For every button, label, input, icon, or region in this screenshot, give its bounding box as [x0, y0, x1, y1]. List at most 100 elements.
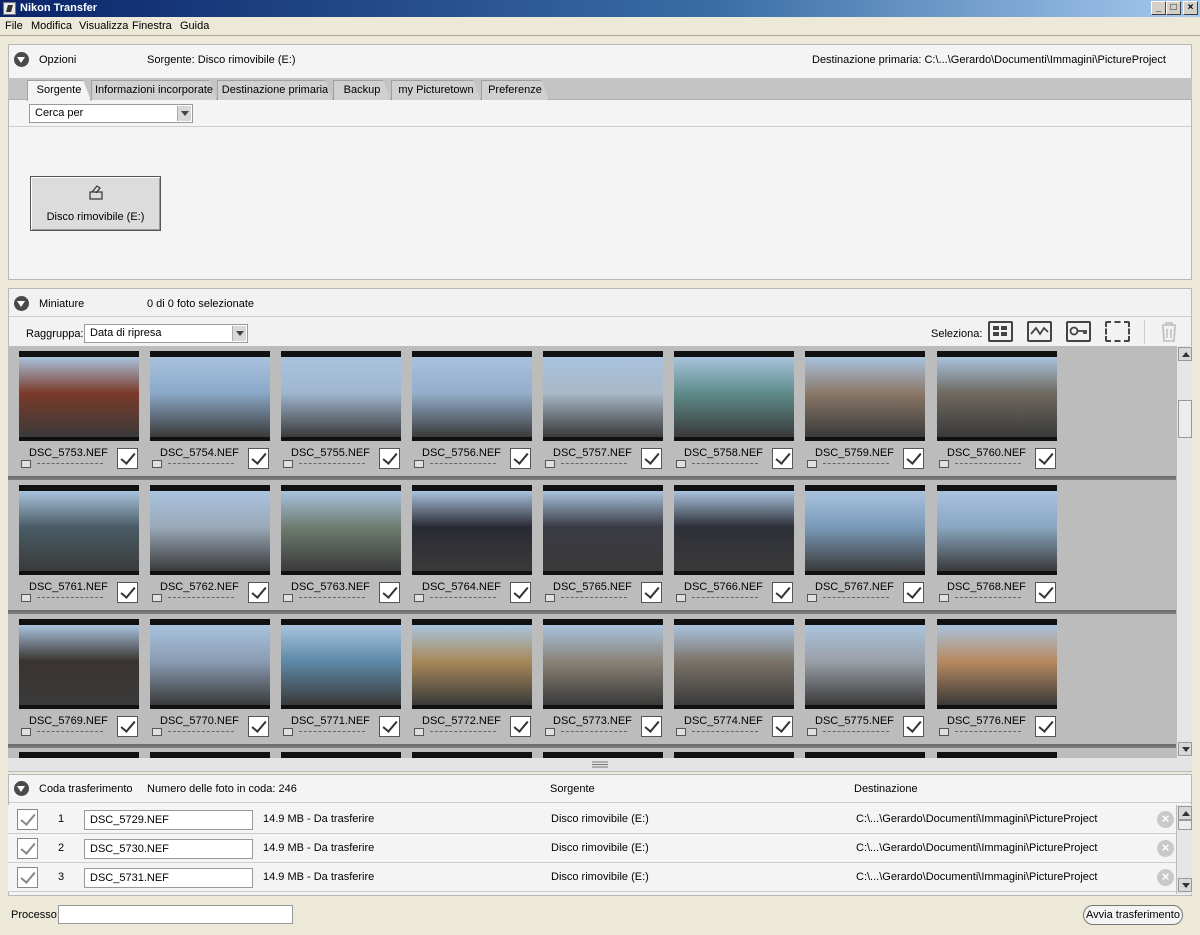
- photo-thumbnail[interactable]: [19, 351, 139, 441]
- photo-thumbnail[interactable]: [412, 619, 532, 709]
- queue-checkbox[interactable]: [17, 838, 38, 859]
- photo-thumbnail[interactable]: [805, 351, 925, 441]
- tab-destinazione-primaria[interactable]: Destinazione primaria: [217, 80, 333, 100]
- scroll-down-icon[interactable]: [1178, 878, 1192, 892]
- thumbnail-item[interactable]: DSC_5765.NEF: [543, 480, 663, 608]
- photo-thumbnail[interactable]: [805, 619, 925, 709]
- photo-thumbnail[interactable]: [937, 619, 1057, 709]
- thumbnail-item[interactable]: DSC_5766.NEF: [674, 480, 794, 608]
- select-new-icon[interactable]: [1027, 321, 1052, 342]
- queue-scrollbar[interactable]: [1176, 805, 1192, 894]
- tab-informazioni-incorporate[interactable]: Informazioni incorporate: [91, 80, 217, 100]
- thumbnails-collapse-icon[interactable]: [14, 296, 29, 311]
- tab-my-picturetown[interactable]: my Picturetown: [391, 80, 481, 100]
- queue-row[interactable]: 3 DSC_5731.NEF 14.9 MB - Da trasferire Disc…: [8, 863, 1176, 892]
- tab-backup[interactable]: Backup: [333, 80, 391, 100]
- thumbnail-item[interactable]: DSC_5773.NEF: [543, 614, 663, 742]
- thumbnail-item[interactable]: DSC_5754.NEF: [150, 346, 270, 474]
- panel-splitter[interactable]: [8, 758, 1192, 772]
- photo-thumbnail[interactable]: [805, 485, 925, 575]
- photo-thumbnail[interactable]: [543, 485, 663, 575]
- photo-checkbox[interactable]: [510, 716, 531, 737]
- photo-checkbox[interactable]: [117, 582, 138, 603]
- menu-visualizza[interactable]: Visualizza: [79, 20, 128, 32]
- scroll-up-icon[interactable]: [1178, 806, 1192, 820]
- photo-checkbox[interactable]: [641, 716, 662, 737]
- photo-thumbnail[interactable]: [150, 351, 270, 441]
- thumbnails-scrollbar[interactable]: [1176, 346, 1192, 758]
- thumbnail-item[interactable]: DSC_5762.NEF: [150, 480, 270, 608]
- photo-thumbnail[interactable]: [281, 619, 401, 709]
- photo-thumbnail[interactable]: [543, 351, 663, 441]
- source-device-button[interactable]: Disco rimovibile (E:): [30, 176, 161, 231]
- thumbnail-item[interactable]: DSC_5755.NEF: [281, 346, 401, 474]
- photo-thumbnail[interactable]: [150, 619, 270, 709]
- select-protected-icon[interactable]: [1066, 321, 1091, 342]
- photo-thumbnail[interactable]: [674, 351, 794, 441]
- photo-checkbox[interactable]: [248, 582, 269, 603]
- photo-thumbnail[interactable]: [937, 485, 1057, 575]
- group-by-dropdown[interactable]: Data di ripresa: [84, 324, 248, 343]
- photo-thumbnail[interactable]: [281, 351, 401, 441]
- scroll-thumb[interactable]: [1178, 820, 1192, 830]
- menu-file[interactable]: File: [5, 20, 23, 32]
- tab-sorgente[interactable]: Sorgente: [27, 80, 91, 101]
- thumbnail-item[interactable]: DSC_5761.NEF: [19, 480, 139, 608]
- photo-thumbnail[interactable]: [543, 619, 663, 709]
- select-all-icon[interactable]: [988, 321, 1013, 342]
- scroll-up-icon[interactable]: [1178, 347, 1192, 361]
- start-transfer-button[interactable]: Avvia trasferimento: [1083, 905, 1183, 925]
- thumbnail-item[interactable]: DSC_5768.NEF: [937, 480, 1057, 608]
- menu-guida[interactable]: Guida: [180, 20, 209, 32]
- photo-checkbox[interactable]: [903, 582, 924, 603]
- photo-checkbox[interactable]: [903, 448, 924, 469]
- photo-checkbox[interactable]: [903, 716, 924, 737]
- thumbnail-item[interactable]: DSC_5757.NEF: [543, 346, 663, 474]
- thumbnail-item[interactable]: DSC_5770.NEF: [150, 614, 270, 742]
- photo-checkbox[interactable]: [641, 448, 662, 469]
- remove-from-queue-icon[interactable]: ×: [1157, 840, 1174, 857]
- options-collapse-icon[interactable]: [14, 52, 29, 67]
- photo-thumbnail[interactable]: [674, 485, 794, 575]
- minimize-button[interactable]: _: [1151, 1, 1166, 15]
- photo-thumbnail[interactable]: [19, 619, 139, 709]
- photo-checkbox[interactable]: [1035, 448, 1056, 469]
- queue-collapse-icon[interactable]: [14, 781, 29, 796]
- trash-icon[interactable]: [1158, 320, 1180, 343]
- queue-filename-field[interactable]: DSC_5731.NEF: [84, 868, 253, 888]
- queue-checkbox[interactable]: [17, 867, 38, 888]
- queue-filename-field[interactable]: DSC_5730.NEF: [84, 839, 253, 859]
- thumbnail-item[interactable]: DSC_5774.NEF: [674, 614, 794, 742]
- photo-checkbox[interactable]: [510, 448, 531, 469]
- photo-thumbnail[interactable]: [412, 485, 532, 575]
- scroll-down-icon[interactable]: [1178, 742, 1192, 756]
- photo-checkbox[interactable]: [641, 582, 662, 603]
- thumbnail-grid[interactable]: DSC_5753.NEF DSC_5754.NEF DSC_5755.NEF DSC_…: [8, 346, 1176, 758]
- photo-checkbox[interactable]: [772, 448, 793, 469]
- photo-checkbox[interactable]: [248, 716, 269, 737]
- thumbnail-item[interactable]: DSC_5767.NEF: [805, 480, 925, 608]
- thumbnail-item[interactable]: DSC_5764.NEF: [412, 480, 532, 608]
- photo-checkbox[interactable]: [379, 716, 400, 737]
- photo-checkbox[interactable]: [772, 716, 793, 737]
- photo-checkbox[interactable]: [1035, 582, 1056, 603]
- photo-checkbox[interactable]: [1035, 716, 1056, 737]
- thumbnail-item[interactable]: DSC_5753.NEF: [19, 346, 139, 474]
- tab-preferenze[interactable]: Preferenze: [481, 80, 549, 100]
- scroll-thumb[interactable]: [1178, 400, 1192, 438]
- close-button[interactable]: ×: [1183, 1, 1198, 15]
- thumbnail-item[interactable]: DSC_5760.NEF: [937, 346, 1057, 474]
- photo-thumbnail[interactable]: [19, 485, 139, 575]
- photo-checkbox[interactable]: [510, 582, 531, 603]
- maximize-button[interactable]: □: [1166, 1, 1181, 15]
- thumbnail-item[interactable]: DSC_5759.NEF: [805, 346, 925, 474]
- thumbnail-item[interactable]: DSC_5772.NEF: [412, 614, 532, 742]
- photo-thumbnail[interactable]: [674, 619, 794, 709]
- thumbnail-item[interactable]: DSC_5763.NEF: [281, 480, 401, 608]
- remove-from-queue-icon[interactable]: ×: [1157, 811, 1174, 828]
- menu-modifica[interactable]: Modifica: [31, 20, 72, 32]
- select-none-icon[interactable]: [1105, 321, 1130, 342]
- queue-filename-field[interactable]: DSC_5729.NEF: [84, 810, 253, 830]
- search-by-dropdown[interactable]: Cerca per: [29, 104, 193, 123]
- thumbnail-item[interactable]: DSC_5758.NEF: [674, 346, 794, 474]
